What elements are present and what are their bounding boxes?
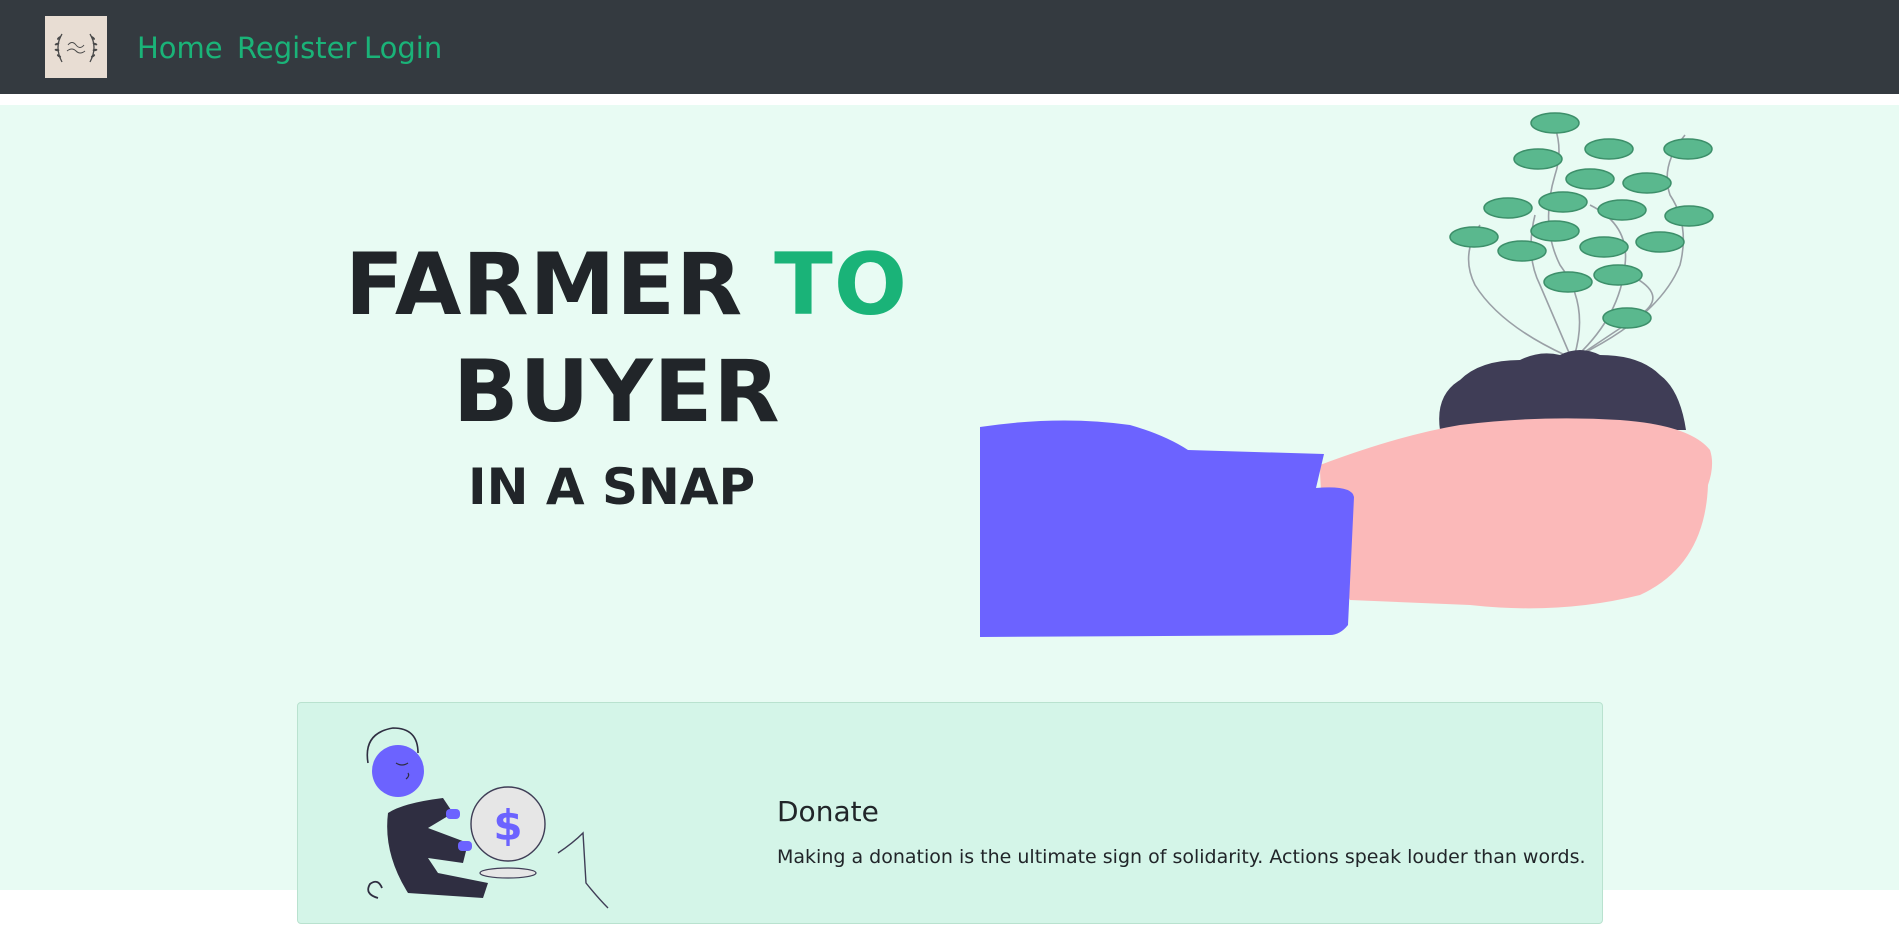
nav-link-home[interactable]: Home xyxy=(137,30,223,66)
hero-title-main: FARMER xyxy=(345,235,744,335)
person-holding-coin-icon: $ xyxy=(358,723,618,923)
donate-card-title: Donate xyxy=(777,795,879,828)
donate-card-text: Making a donation is the ultimate sign o… xyxy=(777,846,1586,868)
hero-title-line1: FARMER TO xyxy=(345,235,908,335)
nav-link-register[interactable]: Register xyxy=(237,30,356,66)
hand-holding-plant-icon xyxy=(980,105,1740,665)
wreath-logo-icon[interactable] xyxy=(45,16,107,78)
hero-title-line2: BUYER xyxy=(453,342,781,442)
donate-card[interactable]: $ Donate Making a donation is the ultima… xyxy=(297,702,1603,924)
hero-section: FARMER TO BUYER IN A SNAP $ Donate Makin… xyxy=(0,105,1899,924)
hero-title-accent: TO xyxy=(774,235,908,335)
nav-link-login[interactable]: Login xyxy=(364,30,442,66)
coin-dollar-sign: $ xyxy=(493,801,522,850)
hero-subtitle: IN A SNAP xyxy=(468,458,756,516)
top-navbar: Home Register Login xyxy=(0,0,1899,94)
